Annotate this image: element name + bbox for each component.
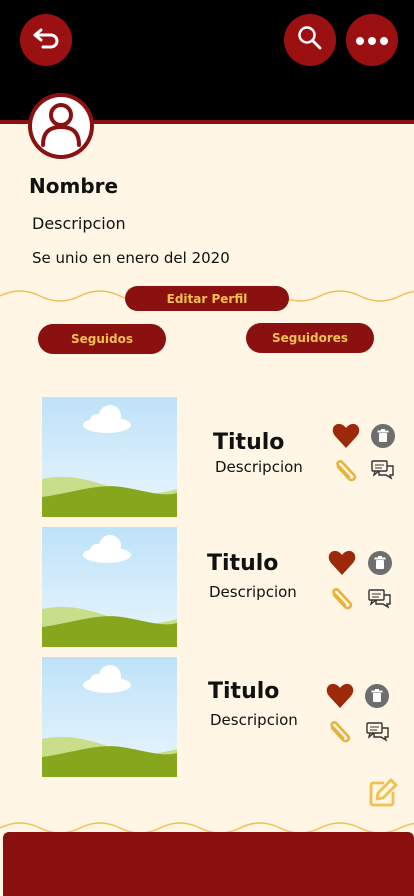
post-description: Descripcion bbox=[210, 711, 298, 729]
heart-icon[interactable] bbox=[327, 549, 357, 577]
post-thumbnail bbox=[42, 527, 177, 647]
paperclip-icon[interactable] bbox=[327, 584, 357, 614]
profile-description: Descripcion bbox=[32, 214, 126, 233]
trash-icon[interactable] bbox=[371, 424, 395, 448]
chat-bubbles-icon[interactable] bbox=[368, 587, 392, 611]
trash-icon[interactable] bbox=[368, 551, 392, 575]
post-thumbnail bbox=[42, 397, 177, 517]
chat-bubbles-icon[interactable] bbox=[371, 458, 395, 482]
chat-bubbles-icon[interactable] bbox=[366, 720, 390, 744]
user-icon bbox=[39, 101, 83, 151]
avatar-frame bbox=[32, 97, 90, 155]
search-icon bbox=[296, 24, 324, 56]
edit-icon[interactable] bbox=[366, 776, 400, 810]
post-description: Descripcion bbox=[215, 458, 303, 476]
trash-icon[interactable] bbox=[365, 684, 389, 708]
followers-button[interactable]: Seguidores bbox=[246, 323, 374, 353]
heart-icon[interactable] bbox=[325, 682, 355, 710]
post-title: Titulo bbox=[207, 551, 279, 576]
post-thumbnail bbox=[42, 657, 177, 777]
post-title: Titulo bbox=[208, 679, 280, 704]
post-item[interactable]: Titulo Descripcion bbox=[0, 527, 414, 649]
post-item[interactable]: Titulo Descripcion bbox=[0, 657, 414, 779]
post-description: Descripcion bbox=[209, 583, 297, 601]
profile-joined-date: Se unio en enero del 2020 bbox=[32, 249, 230, 267]
following-button[interactable]: Seguidos bbox=[38, 324, 166, 354]
search-button[interactable] bbox=[284, 14, 336, 66]
profile-name: Nombre bbox=[29, 174, 119, 198]
bottom-bar bbox=[3, 832, 414, 896]
paperclip-icon[interactable] bbox=[325, 717, 355, 747]
post-title: Titulo bbox=[213, 430, 285, 455]
heart-icon[interactable] bbox=[331, 422, 361, 450]
back-arrow-icon bbox=[31, 26, 61, 54]
edit-profile-button[interactable]: Editar Perfil bbox=[125, 286, 289, 311]
paperclip-icon[interactable] bbox=[331, 456, 361, 486]
post-item[interactable]: Titulo Descripcion bbox=[0, 397, 414, 519]
profile-avatar[interactable] bbox=[28, 93, 94, 159]
more-dots-icon bbox=[355, 31, 389, 50]
back-button[interactable] bbox=[20, 14, 72, 66]
more-options-button[interactable] bbox=[346, 14, 398, 66]
